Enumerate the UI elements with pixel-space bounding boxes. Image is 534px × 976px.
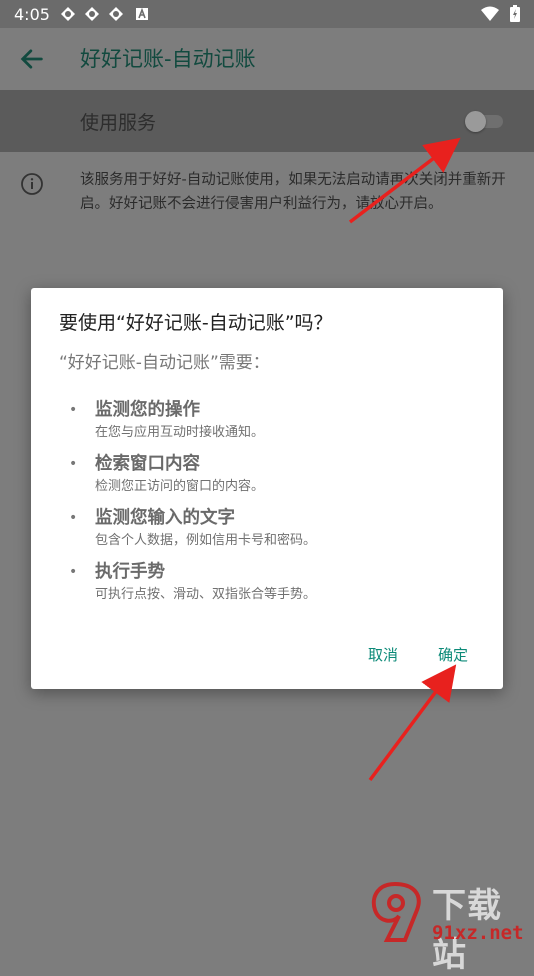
app-toolbar: 好好记账-自动记账: [0, 28, 534, 90]
permission-desc: 可执行点按、滑动、双指张合等手势。: [95, 587, 317, 602]
wifi-icon: [480, 6, 499, 21]
watermark-logo-icon: [371, 881, 421, 942]
battery-icon: [510, 5, 520, 22]
permission-title: 执行手势: [95, 562, 165, 582]
permission-title: 监测您的操作: [95, 400, 200, 420]
use-service-toggle[interactable]: [465, 111, 505, 132]
bullet: •: [69, 402, 78, 418]
page-title: 好好记账-自动记账: [80, 47, 256, 71]
app-notification-icon: [109, 7, 123, 21]
service-description: 该服务用于好好-自动记账使用，如果无法启动请再次关闭并重新开启。好好记账不会进行…: [80, 172, 506, 212]
system-icons: [480, 5, 520, 26]
a-badge-icon: [136, 7, 148, 20]
permission-desc: 包含个人数据，例如信用卡号和密码。: [95, 533, 317, 548]
bullet: •: [69, 456, 78, 472]
use-service-row[interactable]: 使用服务: [0, 90, 534, 152]
permission-list: • 监测您的操作 在您与应用互动时接收通知。 • 检索窗口内容 检测您正访问的窗…: [69, 396, 489, 612]
permission-title: 监测您输入的文字: [95, 508, 235, 528]
use-service-label: 使用服务: [80, 112, 157, 134]
watermark-domain: 91xz.net: [432, 922, 524, 944]
bullet: •: [69, 510, 78, 526]
permission-desc: 检测您正访问的窗口的内容。: [95, 479, 265, 494]
permission-title: 检索窗口内容: [95, 454, 200, 474]
permission-desc: 在您与应用互动时接收通知。: [95, 425, 265, 440]
ok-button[interactable]: 确定: [438, 644, 468, 665]
arrow-left-icon[interactable]: [18, 45, 46, 73]
dialog-title: 要使用“好好记账-自动记账”吗？: [59, 312, 333, 334]
list-item: • 监测您的操作 在您与应用互动时接收通知。: [69, 396, 489, 450]
cancel-button[interactable]: 取消: [368, 644, 398, 665]
info-icon: [21, 173, 43, 195]
dialog-subtitle: “好好记账-自动记账”需要：: [59, 353, 270, 373]
app-notification-icon: [85, 7, 99, 21]
app-notification-icon: [61, 7, 75, 21]
bullet: •: [69, 564, 78, 580]
list-item: • 执行手势 可执行点按、滑动、双指张合等手势。: [69, 558, 489, 612]
status-bar: 4:05: [0, 0, 534, 28]
list-item: • 监测您输入的文字 包含个人数据，例如信用卡号和密码。: [69, 504, 489, 558]
permission-dialog: 要使用“好好记账-自动记账”吗？ “好好记账-自动记账”需要： • 监测您的操作…: [31, 288, 503, 689]
list-item: • 检索窗口内容 检测您正访问的窗口的内容。: [69, 450, 489, 504]
toggle-thumb: [465, 111, 486, 132]
status-time: 4:05: [14, 5, 50, 24]
